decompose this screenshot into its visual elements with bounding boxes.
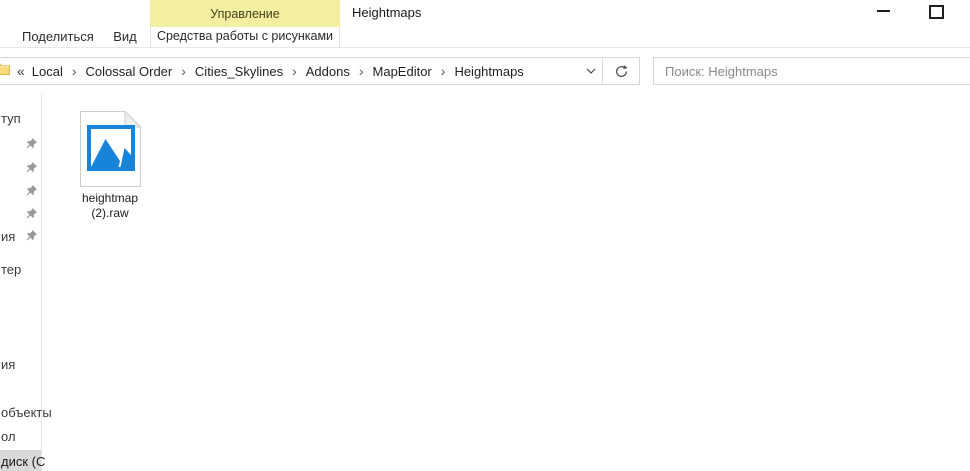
file-item-heightmap[interactable]: heightmap (2).raw [60,110,160,221]
chevron-down-icon [586,68,596,74]
sidebar-item-pictures-pinned[interactable]: ия [0,228,41,246]
file-name: heightmap (2).raw [81,191,139,220]
sidebar-item-3d-objects[interactable]: объекты [0,404,52,422]
contextual-group-label: Управление [210,6,280,21]
address-bar-divider [602,58,603,84]
pin-icon [25,229,38,245]
tab-share[interactable]: Поделиться [22,27,94,47]
sidebar-item-quick-access[interactable]: туп [0,110,41,128]
folder-icon [0,62,10,80]
breadcrumb-item[interactable]: Heightmaps [454,64,523,79]
pin-icon [25,137,38,153]
refresh-icon [616,64,628,77]
breadcrumb-separator-icon: › [358,63,364,79]
refresh-button[interactable] [604,58,639,84]
maximize-icon[interactable] [929,5,944,19]
sidebar-item-this-pc[interactable]: тер [0,261,41,279]
pin-icon [25,184,38,200]
tab-picture-tools[interactable]: Средства работы с рисунками [150,27,340,47]
content-area: туп ия тер ия объекты ол диск (С heightm… [0,92,970,471]
ribbon-tabs-row: Поделиться Вид Средства работы с рисунка… [0,27,970,48]
minimize-icon[interactable] [877,10,890,12]
window-title: Heightmaps [352,5,422,20]
breadcrumb-separator-icon: › [292,63,297,79]
sidebar-item-pictures[interactable]: ия [0,356,41,374]
breadcrumb-separator-icon: › [440,63,446,79]
pin-icon [25,207,38,223]
breadcrumb-item[interactable]: Addons [306,64,350,79]
search-input[interactable] [653,57,970,85]
contextual-tab-group[interactable]: Управление [150,0,340,27]
sidebar-item-pinned[interactable] [0,206,41,224]
sidebar-item-pinned[interactable] [0,136,41,154]
breadcrumb-separator-icon: › [71,63,77,79]
sidebar-item-pinned[interactable] [0,183,41,201]
breadcrumb-item[interactable]: Colossal Order [86,64,173,79]
breadcrumb-item[interactable]: Cities_Skylines [195,64,283,79]
breadcrumb-item[interactable]: MapEditor [373,64,432,79]
breadcrumb-overflow-button[interactable]: « [17,63,25,79]
breadcrumb-item[interactable]: Local [32,64,63,79]
breadcrumb: Local › Colossal Order › Cities_Skylines… [32,64,524,79]
sidebar-item-pinned[interactable] [0,160,41,178]
navigation-toolbar: « Local › Colossal Order › Cities_Skylin… [0,48,970,92]
tab-view[interactable]: Вид [108,27,142,47]
sidebar-item-local-disk[interactable]: диск (С [0,450,45,471]
explorer-window: Управление Heightmaps Поделиться Вид Сре… [0,0,970,471]
address-bar[interactable]: « Local › Colossal Order › Cities_Skylin… [0,57,640,85]
sidebar-item-desktop[interactable]: ол [0,428,41,446]
image-file-icon [79,110,142,187]
breadcrumb-separator-icon: › [181,63,186,79]
address-dropdown-button[interactable] [581,58,601,84]
pin-icon [25,161,38,177]
title-bar: Управление Heightmaps [0,0,970,27]
